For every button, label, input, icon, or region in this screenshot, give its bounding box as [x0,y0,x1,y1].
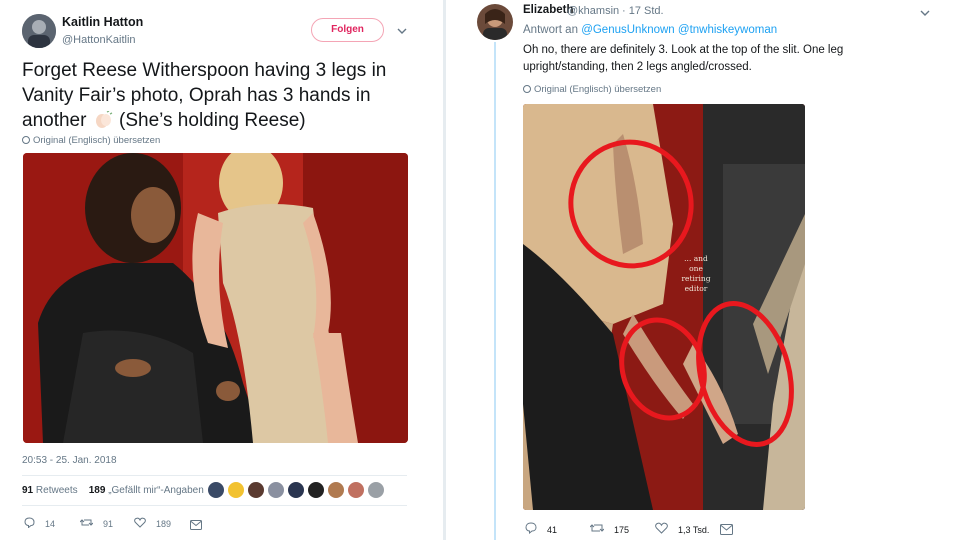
author-handle[interactable]: @HattonKaitlin [62,34,136,46]
tweet-timestamp[interactable]: 20:53 - 25. Jan. 2018 [22,455,117,466]
reply-author-avatar[interactable] [477,4,513,40]
liker-avatar[interactable] [268,482,284,498]
author-name[interactable]: Kaitlin Hatton [62,15,143,29]
reply-prefix: Antwort an [523,24,578,36]
like-button[interactable]: 1,3 Tsd. [655,522,709,537]
tweet-stats: 91 Retweets 189 „Gefällt mir“-Angaben [22,485,204,496]
reply-author-handle[interactable]: @khamsin [567,5,619,17]
caption-line: ... and [684,254,708,263]
reply-text: Oh no, there are definitely 3. Look at t… [523,44,844,73]
message-icon [720,522,733,540]
like-button[interactable]: 189 [134,517,171,531]
liker-avatar[interactable] [308,482,324,498]
liker-avatar[interactable] [228,482,244,498]
caption-line: editor [685,284,708,293]
likes-label[interactable]: „Gefällt mir“-Angaben [108,485,204,496]
retweets-count[interactable]: 91 [22,485,33,496]
translate-link[interactable]: Original (Englisch) übersetzen [523,84,661,95]
image-caption: ... and one retiring editor [681,254,710,293]
message-button[interactable] [190,517,202,535]
separator [22,475,407,476]
liker-avatar[interactable] [328,482,344,498]
mention-link[interactable]: @tnwhiskeywoman [678,24,777,36]
liker-avatar[interactable] [368,482,384,498]
globe-icon [523,85,531,93]
avatar-image [22,14,56,48]
retweet-count: 91 [103,519,114,529]
reply-photo[interactable]: ... and one retiring editor [523,104,805,510]
message-button[interactable] [720,522,733,540]
like-count: 189 [156,519,172,529]
tweet-text: Forget Reese Witherspoon having 3 legs i… [22,58,422,133]
chevron-down-icon[interactable] [397,24,407,38]
globe-icon [22,136,30,144]
separator [22,505,407,506]
reply-time[interactable]: · 17 Std. [622,5,664,17]
translate-label: Original (Englisch) übersetzen [33,135,161,146]
caption-line: retiring [681,274,710,283]
photo-legs-circled: ... and one retiring editor [523,104,805,510]
retweet-count: 175 [614,524,630,535]
reply-icon [24,517,35,531]
like-count: 1,3 Tsd. [678,524,710,535]
message-icon [190,517,202,535]
chevron-down-icon[interactable] [920,6,930,20]
mention-link[interactable]: @GenusUnknown [581,24,675,36]
caption-line: one [689,264,703,273]
photo-oprah-reese [23,153,408,443]
retweet-button[interactable]: 175 [589,522,630,537]
liker-avatar[interactable] [348,482,364,498]
follow-button[interactable]: Folgen [311,18,384,42]
liker-avatar[interactable] [208,482,224,498]
reply-count: 41 [547,524,558,535]
reply-author-name[interactable]: Elizabeth [523,4,573,16]
translate-label: Original (Englisch) übersetzen [534,84,662,95]
tweet-photo[interactable] [23,153,408,443]
retweet-icon [79,517,94,531]
liker-avatar[interactable] [288,482,304,498]
heart-icon [134,517,146,531]
retweets-label[interactable]: Retweets [36,485,78,496]
liker-avatar[interactable] [248,482,264,498]
heart-icon [655,522,668,537]
author-avatar[interactable] [22,14,56,48]
translate-link[interactable]: Original (Englisch) übersetzen [22,135,160,146]
reply-icon [525,522,537,537]
tweet-text-paren: (She’s holding Reese) [119,110,306,131]
reply-avatar-image [477,4,513,40]
reply-button[interactable]: 14 [24,517,55,531]
clap-hands-icon [92,110,114,129]
reply-to: Antwort an @GenusUnknown @tnwhiskeywoman [523,24,777,36]
thread-line [494,42,496,540]
reply-count: 14 [45,519,56,529]
reply-button[interactable]: 41 [525,522,557,537]
retweet-icon [589,522,605,537]
likes-count[interactable]: 189 [89,485,106,496]
retweet-button[interactable]: 91 [79,517,114,531]
